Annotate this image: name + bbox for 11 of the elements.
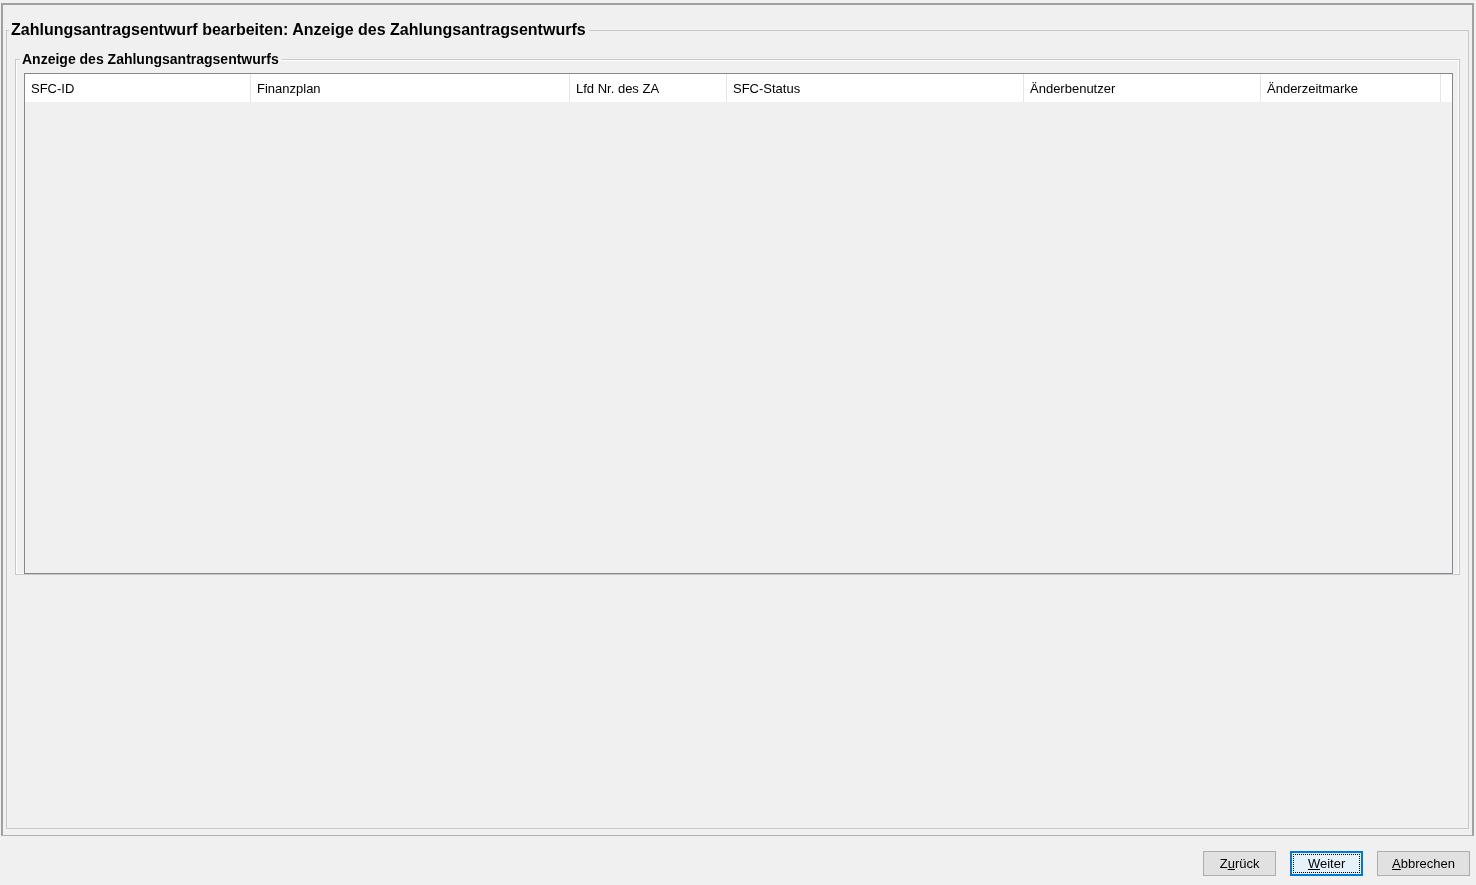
column-header[interactable]: Finanzplan <box>251 74 570 102</box>
dialog-button[interactable]: Abbrechen <box>1377 851 1470 876</box>
group-title: Anzeige des Zahlungsantragsentwurfs <box>21 51 280 67</box>
column-header[interactable]: Änderbenutzer <box>1024 74 1261 102</box>
dialog-button[interactable]: Weiter <box>1290 851 1364 876</box>
panel-title: Zahlungsantragsentwurf bearbeiten: Anzeige des Zahlungsantragsentwurfs <box>10 21 587 39</box>
dialog-button[interactable]: Zurück <box>1203 851 1277 876</box>
column-header[interactable]: SFC-Status <box>727 74 1024 102</box>
column-header[interactable]: SFC-ID <box>25 74 251 102</box>
column-header[interactable]: Lfd Nr. des ZA <box>570 74 727 102</box>
column-header[interactable]: Änderzeitmarke <box>1261 74 1441 102</box>
